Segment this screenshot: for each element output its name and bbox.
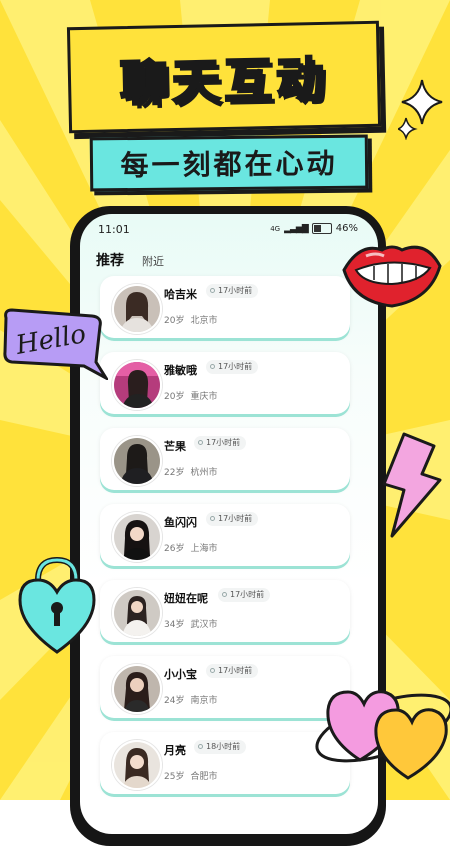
battery-percent: 46% [335, 223, 358, 234]
avatar [112, 436, 162, 486]
user-name: 妞妞在呢 [164, 592, 208, 605]
user-card[interactable]: 哈吉米 17小时前 20岁 北京市 [100, 276, 350, 338]
tab-nearby[interactable]: 附近 [142, 253, 164, 270]
user-name: 月亮 [164, 744, 186, 757]
signal-icon: ▂▃▅▇ [284, 223, 309, 234]
user-city: 武汉市 [190, 620, 218, 630]
user-age: 25岁 [164, 772, 185, 782]
user-meta: 25岁 合肥市 [164, 769, 223, 782]
last-active-badge: 18小时前 [194, 740, 247, 754]
user-card[interactable]: 妞妞在呢 17小时前 34岁 武汉市 [100, 580, 350, 642]
lips-icon [342, 245, 442, 308]
user-age: 26岁 [164, 544, 185, 554]
subtitle-banner: 每一刻都在心动 [89, 134, 369, 192]
status-bar: 11:01 4G ▂▃▅▇ 46% [80, 214, 378, 244]
avatar [112, 740, 162, 790]
user-age: 20岁 [164, 392, 185, 402]
user-name: 鱼闪闪 [164, 516, 197, 529]
heart-lock-icon [18, 556, 96, 654]
avatar [112, 284, 162, 334]
user-city: 合肥市 [190, 772, 218, 782]
status-time: 11:01 [98, 223, 130, 236]
status-indicators: 4G ▂▃▅▇ 46% [270, 223, 358, 234]
user-name: 哈吉米 [164, 288, 197, 301]
user-card[interactable]: 芒果 17小时前 22岁 杭州市 [100, 428, 350, 490]
last-active-badge: 17小时前 [206, 284, 259, 298]
battery-icon [311, 223, 332, 234]
last-active-badge: 17小时前 [194, 436, 247, 450]
user-city: 上海市 [190, 544, 218, 554]
user-name: 芒果 [164, 440, 186, 453]
lightning-bolt-icon [382, 432, 442, 538]
user-meta: 20岁 北京市 [164, 313, 223, 326]
last-active-badge: 17小时前 [206, 360, 259, 374]
tab-recommend[interactable]: 推荐 [96, 250, 124, 270]
user-name: 小小宝 [164, 668, 197, 681]
user-card[interactable]: 鱼闪闪 17小时前 26岁 上海市 [100, 504, 350, 566]
banner-subtitle: 每一刻都在心动 [120, 146, 338, 183]
last-active-badge: 17小时前 [206, 664, 259, 678]
network-label: 4G [270, 224, 281, 233]
user-card[interactable]: 雅敏哦 17小时前 20岁 重庆市 [100, 352, 350, 414]
user-city: 南京市 [190, 696, 218, 706]
user-city: 杭州市 [190, 468, 218, 478]
avatar [112, 512, 162, 562]
user-city: 北京市 [190, 316, 218, 326]
banner-title: 聊天互动 [118, 51, 330, 114]
user-meta: 22岁 杭州市 [164, 465, 223, 478]
last-active-badge: 17小时前 [206, 512, 259, 526]
user-age: 24岁 [164, 696, 185, 706]
user-age: 22岁 [164, 468, 185, 478]
title-banner: 聊天互动 [66, 20, 382, 134]
user-age: 20岁 [164, 316, 185, 326]
tab-bar: 推荐 附近 [96, 246, 164, 270]
user-meta: 34岁 武汉市 [164, 617, 223, 630]
user-city: 重庆市 [190, 392, 218, 402]
user-meta: 24岁 南京市 [164, 693, 223, 706]
user-meta: 26岁 上海市 [164, 541, 223, 554]
user-name: 雅敏哦 [164, 364, 197, 377]
user-age: 34岁 [164, 620, 185, 630]
hearts-icon [315, 690, 450, 780]
user-meta: 20岁 重庆市 [164, 389, 223, 402]
avatar [112, 588, 162, 638]
sparkle-icon [398, 79, 443, 140]
last-active-badge: 17小时前 [218, 588, 271, 602]
avatar [112, 360, 162, 410]
avatar [112, 664, 162, 714]
